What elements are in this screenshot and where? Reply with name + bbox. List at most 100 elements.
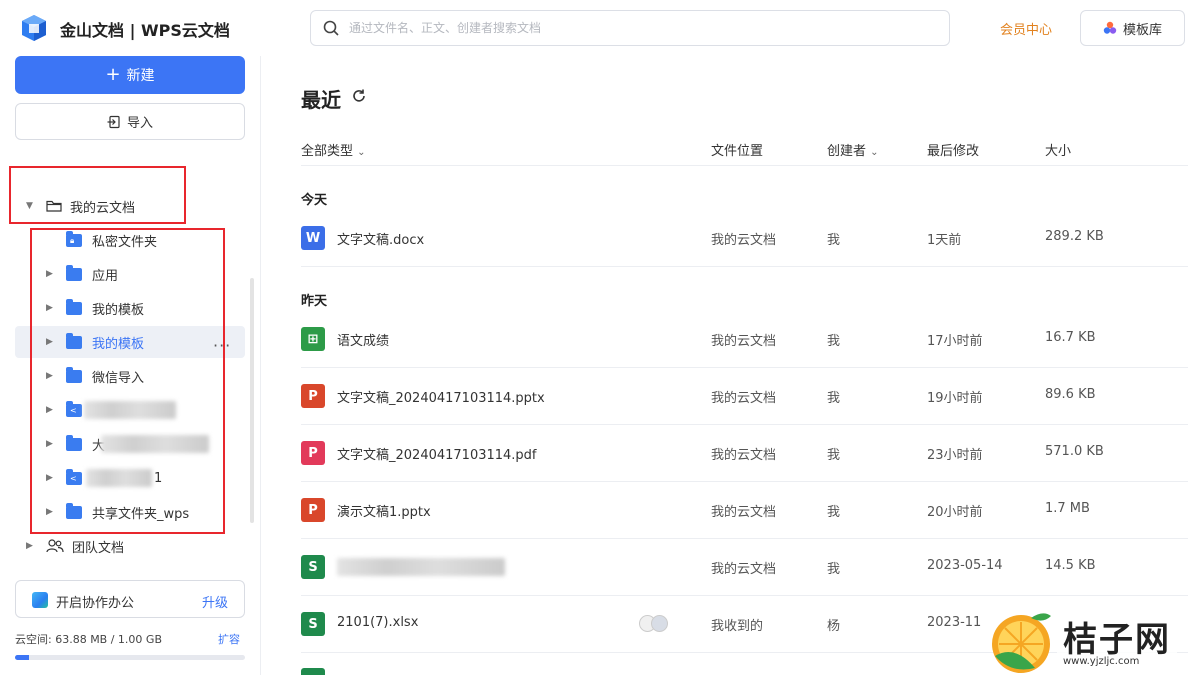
ppt-file-icon: P bbox=[301, 498, 325, 522]
storage-progress-fill bbox=[15, 655, 30, 660]
app-title: 金山文档 | WPS云文档 bbox=[60, 21, 230, 40]
upgrade-link[interactable]: 升级 bbox=[202, 592, 228, 611]
file-size: 571.0 KB bbox=[1045, 444, 1104, 459]
collaborator-avatars[interactable] bbox=[639, 615, 671, 633]
watermark-logo: 桔子网 www.yjzljc.com bbox=[985, 608, 1188, 675]
excel-file-icon-partial bbox=[301, 668, 325, 675]
sidebar: + 新建 导入 ▼ 我的云文档 🔒︎ 私密文件夹 ▶ 应用 ▶ 我的模板 ▶ 我… bbox=[0, 56, 260, 675]
file-location: 我收到的 bbox=[711, 619, 764, 634]
storage-usage-text: 云空间: 63.88 MB / 1.00 GB bbox=[15, 633, 162, 646]
wps-logo-icon[interactable] bbox=[20, 14, 48, 42]
storage-progress-bar bbox=[15, 655, 245, 660]
file-table-header: 全部类型 ⌄ 文件位置 创建者 ⌄ 最后修改 大小 bbox=[301, 136, 1188, 166]
file-modified: 2023-05-14 bbox=[927, 558, 1003, 573]
collab-label: 开启协作办公 bbox=[56, 596, 135, 611]
file-creator: 杨 bbox=[827, 619, 841, 634]
team-icon bbox=[46, 539, 64, 553]
vip-center-link[interactable]: 会员中心 bbox=[1000, 19, 1052, 38]
file-size: 16.7 KB bbox=[1045, 330, 1096, 345]
import-icon bbox=[107, 115, 120, 128]
file-modified: 2023-11 bbox=[927, 615, 982, 630]
file-creator: 我 bbox=[827, 391, 841, 406]
file-size: 1.7 MB bbox=[1045, 501, 1090, 516]
template-library-label: 模板库 bbox=[1122, 22, 1162, 38]
search-input[interactable] bbox=[349, 17, 929, 39]
search-box[interactable] bbox=[310, 10, 950, 46]
file-creator: 我 bbox=[827, 562, 841, 577]
file-modified: 20小时前 bbox=[927, 505, 983, 520]
file-row[interactable]: ⊞ 语文成绩 我的云文档 我 17小时前 16.7 KB bbox=[301, 311, 1188, 368]
chevron-down-icon: ⌄ bbox=[870, 147, 879, 158]
file-location: 我的云文档 bbox=[711, 448, 777, 463]
file-location: 我的云文档 bbox=[711, 505, 777, 520]
file-row[interactable]: S 我的云文档 我 2023-05-14 14.5 KB bbox=[301, 539, 1188, 596]
word-file-icon: W bbox=[301, 226, 325, 250]
file-modified: 17小时前 bbox=[927, 334, 983, 349]
file-size: 14.5 KB bbox=[1045, 558, 1096, 573]
file-location: 我的云文档 bbox=[711, 391, 777, 406]
column-size: 大小 bbox=[1045, 144, 1072, 159]
file-modified: 19小时前 bbox=[927, 391, 983, 406]
file-row[interactable]: P 演示文稿1.pptx 我的云文档 我 20小时前 1.7 MB bbox=[301, 482, 1188, 539]
file-name-redacted[interactable] bbox=[337, 558, 505, 580]
file-row[interactable]: W 文字文稿.docx 我的云文档 我 1天前 289.2 KB bbox=[301, 210, 1188, 267]
file-modified: 23小时前 bbox=[927, 448, 983, 463]
team-docs-label: 团队文档 bbox=[72, 540, 125, 556]
excel-file-icon: S bbox=[301, 612, 325, 636]
excel-file-icon: S bbox=[301, 555, 325, 579]
avatar bbox=[651, 615, 668, 632]
sidebar-scrollbar[interactable] bbox=[250, 278, 254, 523]
expand-storage-link[interactable]: 扩容 bbox=[218, 631, 240, 647]
template-library-button[interactable]: 模板库 bbox=[1080, 10, 1185, 46]
file-name[interactable]: 文字文稿.docx bbox=[337, 229, 424, 248]
refresh-icon[interactable] bbox=[351, 88, 367, 104]
file-modified: 1天前 bbox=[927, 233, 962, 248]
type-filter-dropdown[interactable]: 全部类型 ⌄ bbox=[301, 140, 366, 159]
column-location: 文件位置 bbox=[711, 144, 764, 159]
file-name[interactable]: 演示文稿1.pptx bbox=[337, 501, 431, 520]
collab-cube-icon bbox=[32, 592, 48, 608]
creator-filter-dropdown[interactable]: 创建者 ⌄ bbox=[827, 140, 879, 159]
page-title: 最近 bbox=[301, 88, 341, 112]
file-row[interactable]: P 文字文稿_20240417103114.pptx 我的云文档 我 19小时前… bbox=[301, 368, 1188, 425]
online-sheet-file-icon: ⊞ bbox=[301, 327, 325, 351]
file-creator: 我 bbox=[827, 448, 841, 463]
new-button[interactable]: + 新建 bbox=[15, 56, 245, 94]
file-row[interactable]: P 文字文稿_20240417103114.pdf 我的云文档 我 23小时前 … bbox=[301, 425, 1188, 482]
type-filter-label: 全部类型 bbox=[301, 144, 354, 159]
chevron-down-icon: ⌄ bbox=[357, 147, 366, 158]
plus-icon: + bbox=[105, 64, 121, 85]
file-name[interactable]: 文字文稿_20240417103114.pptx bbox=[337, 387, 545, 406]
search-icon bbox=[323, 20, 339, 36]
file-location: 我的云文档 bbox=[711, 334, 777, 349]
file-name[interactable]: 2101(7).xlsx bbox=[337, 615, 418, 630]
watermark-url: www.yjzljc.com bbox=[1063, 656, 1140, 667]
new-button-label: 新建 bbox=[126, 68, 155, 84]
template-icon bbox=[1103, 21, 1117, 34]
main-content: 最近 全部类型 ⌄ 文件位置 创建者 ⌄ 最后修改 大小 今天 W 文字文稿.d… bbox=[261, 56, 1188, 675]
group-label-yesterday: 昨天 bbox=[301, 294, 328, 309]
file-name[interactable]: 语文成绩 bbox=[337, 330, 389, 349]
collab-office-button[interactable]: 开启协作办公 升级 bbox=[15, 580, 245, 618]
top-bar: 金山文档 | WPS云文档 会员中心 模板库 bbox=[0, 0, 1188, 56]
file-size: 289.2 KB bbox=[1045, 229, 1104, 244]
file-location: 我的云文档 bbox=[711, 562, 777, 577]
file-creator: 我 bbox=[827, 334, 841, 349]
ppt-file-icon: P bbox=[301, 384, 325, 408]
creator-filter-label: 创建者 bbox=[827, 144, 867, 159]
file-location: 我的云文档 bbox=[711, 233, 777, 248]
highlight-box-children bbox=[30, 228, 225, 534]
group-label-today: 今天 bbox=[301, 193, 328, 208]
column-modified: 最后修改 bbox=[927, 144, 980, 159]
import-button-label: 导入 bbox=[126, 116, 153, 131]
highlight-box-root bbox=[9, 166, 186, 224]
file-creator: 我 bbox=[827, 233, 841, 248]
file-name[interactable]: 文字文稿_20240417103114.pdf bbox=[337, 444, 537, 463]
redacted-label bbox=[337, 558, 505, 576]
file-creator: 我 bbox=[827, 505, 841, 520]
caret-right-icon[interactable]: ▶ bbox=[26, 541, 36, 551]
tree-item-team-docs[interactable]: ▶ 团队文档 bbox=[26, 531, 124, 561]
import-button[interactable]: 导入 bbox=[15, 103, 245, 140]
file-size: 89.6 KB bbox=[1045, 387, 1096, 402]
watermark-title: 桔子网 bbox=[1063, 620, 1171, 660]
